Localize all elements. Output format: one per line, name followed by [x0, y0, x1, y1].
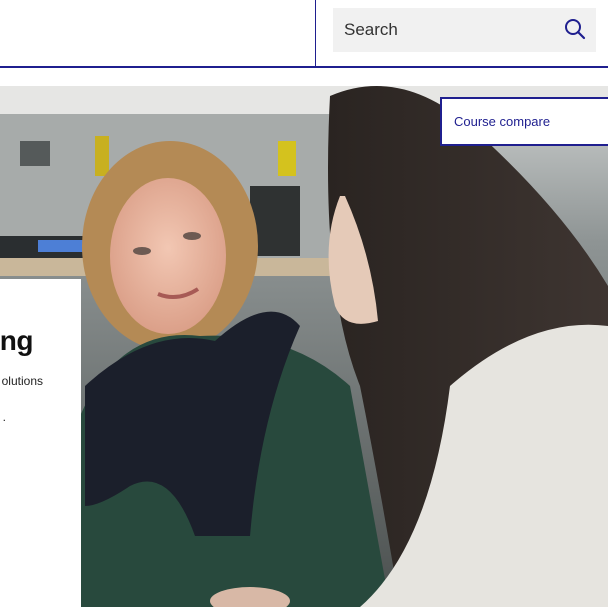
hero-card-text-line: . [2, 410, 6, 424]
hero-card-text-line: olutions [1, 374, 43, 388]
header-divider [315, 0, 316, 68]
search-input[interactable]: Search [333, 8, 596, 52]
hero-text-card: ng olutions . [0, 279, 81, 607]
search-placeholder: Search [344, 20, 398, 39]
course-compare-label: Course compare [454, 114, 551, 129]
site-header: Search [0, 0, 608, 68]
page: Search Course compare ng olutions . [0, 0, 608, 607]
hero-card-title: ng [0, 325, 34, 356]
search-icon[interactable] [564, 18, 586, 40]
course-compare-button[interactable]: Course compare [440, 97, 608, 146]
hero-image [0, 86, 608, 607]
